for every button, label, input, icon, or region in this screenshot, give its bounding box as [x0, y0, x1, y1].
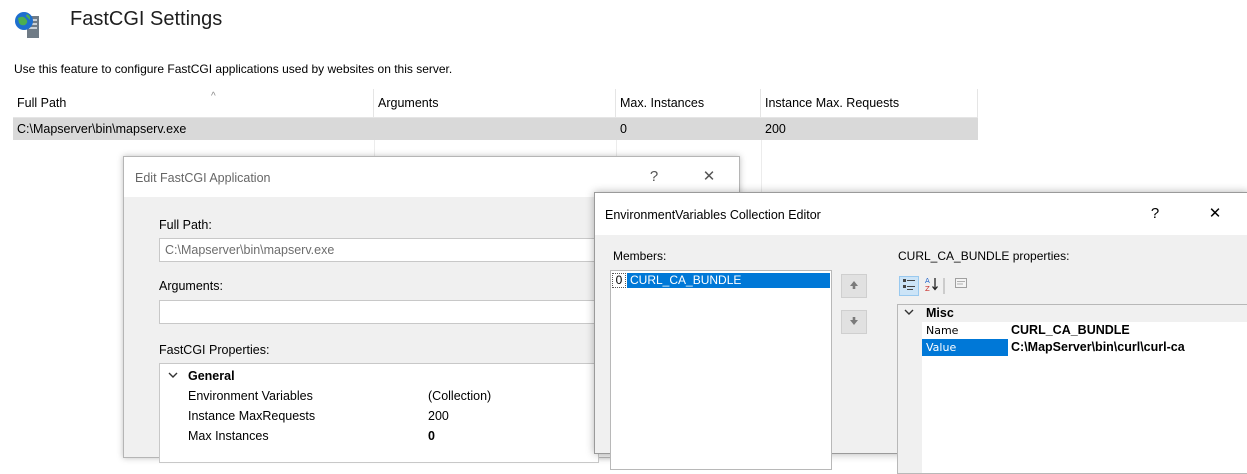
property-pages-button[interactable]: [951, 276, 971, 296]
property-name: Name: [926, 324, 959, 337]
column-header-instance-max-requests[interactable]: Instance Max. Requests: [761, 89, 978, 117]
members-list[interactable]: 0 CURL_CA_BUNDLE: [610, 270, 832, 470]
column-header-full-path[interactable]: Full Path ^: [13, 89, 374, 117]
chevron-down-icon[interactable]: [168, 366, 178, 386]
property-row[interactable]: Instance MaxRequests 200: [160, 406, 598, 426]
property-grid[interactable]: Misc Name CURL_CA_BUNDLE Value C:\MapSer…: [897, 304, 1247, 474]
property-name: Max Instances: [188, 429, 269, 443]
dialog-titlebar: Edit FastCGI Application ? ✕: [124, 157, 739, 197]
property-value[interactable]: C:\MapServer\bin\curl\curl-ca: [1011, 339, 1185, 356]
dialog-title: EnvironmentVariables Collection Editor: [605, 208, 821, 222]
collection-editor-dialog: EnvironmentVariables Collection Editor ?…: [594, 192, 1247, 474]
page-title: FastCGI Settings: [70, 8, 223, 30]
column-header-arguments[interactable]: Arguments: [374, 89, 616, 117]
list-item[interactable]: 0 CURL_CA_BUNDLE: [612, 273, 830, 288]
help-button[interactable]: ?: [639, 165, 669, 189]
properties-label: CURL_CA_BUNDLE properties:: [898, 249, 1070, 263]
arrow-down-icon: [849, 315, 859, 329]
alphabetical-button[interactable]: A Z: [922, 276, 942, 296]
property-name: Instance MaxRequests: [188, 409, 316, 423]
toolbar-separator: [943, 278, 945, 294]
property-row[interactable]: Max Instances 0: [160, 426, 598, 446]
move-down-button[interactable]: [841, 310, 867, 334]
dialog-title: Edit FastCGI Application: [135, 171, 271, 185]
cell-instance-max-requests: 200: [765, 122, 786, 136]
member-name: CURL_CA_BUNDLE: [627, 273, 830, 288]
property-row[interactable]: Value C:\MapServer\bin\curl\curl-ca: [898, 339, 1247, 356]
property-name: Environment Variables: [188, 389, 313, 403]
full-path-field[interactable]: C:\Mapserver\bin\mapserv.exe: [159, 238, 599, 262]
property-value[interactable]: 200: [428, 406, 449, 426]
member-index: 0: [612, 273, 626, 288]
svg-text:A: A: [925, 277, 930, 285]
fastcgi-properties-label: FastCGI Properties:: [159, 343, 270, 357]
column-label: Full Path: [17, 96, 67, 110]
categorized-button[interactable]: [899, 276, 919, 296]
server-globe-icon: [14, 10, 42, 40]
category-misc[interactable]: Misc: [898, 305, 1247, 322]
category-label: Misc: [926, 306, 954, 320]
chevron-down-icon[interactable]: [904, 305, 914, 322]
cell-full-path: C:\Mapserver\bin\mapserv.exe: [17, 122, 187, 136]
move-up-button[interactable]: [841, 274, 867, 298]
arrow-up-icon: [849, 279, 859, 293]
members-label: Members:: [613, 249, 667, 263]
property-value[interactable]: (Collection): [428, 386, 491, 406]
property-pages-icon: [954, 278, 968, 293]
help-button[interactable]: ?: [1140, 202, 1170, 226]
property-name-selected: Value: [922, 339, 1008, 356]
page-description: Use this feature to configure FastCGI ap…: [14, 62, 453, 76]
property-value[interactable]: CURL_CA_BUNDLE: [1011, 322, 1130, 339]
table-row[interactable]: C:\Mapserver\bin\mapserv.exe 0 200: [13, 118, 978, 140]
close-button[interactable]: ✕: [1200, 202, 1230, 226]
fastcgi-property-grid[interactable]: General Environment Variables (Collectio…: [159, 363, 599, 463]
svg-text:Z: Z: [925, 285, 930, 292]
close-button[interactable]: ✕: [694, 165, 724, 189]
category-label: General: [188, 369, 235, 383]
column-header-max-instances[interactable]: Max. Instances: [616, 89, 761, 117]
sort-alphabetical-icon: A Z: [924, 277, 940, 295]
cell-max-instances: 0: [620, 122, 627, 136]
cell-arguments: [374, 118, 616, 140]
property-value[interactable]: 0: [428, 426, 435, 446]
full-path-label: Full Path:: [159, 218, 212, 232]
property-row[interactable]: Name CURL_CA_BUNDLE: [898, 322, 1247, 339]
arguments-label: Arguments:: [159, 279, 223, 293]
dialog-titlebar: EnvironmentVariables Collection Editor ?…: [595, 193, 1247, 235]
sort-ascending-icon: ^: [211, 91, 216, 102]
categorized-icon: [902, 279, 916, 294]
property-row[interactable]: Environment Variables (Collection): [160, 386, 598, 406]
list-header: Full Path ^ Arguments Max. Instances Ins…: [13, 89, 978, 118]
arguments-field[interactable]: [159, 300, 599, 324]
